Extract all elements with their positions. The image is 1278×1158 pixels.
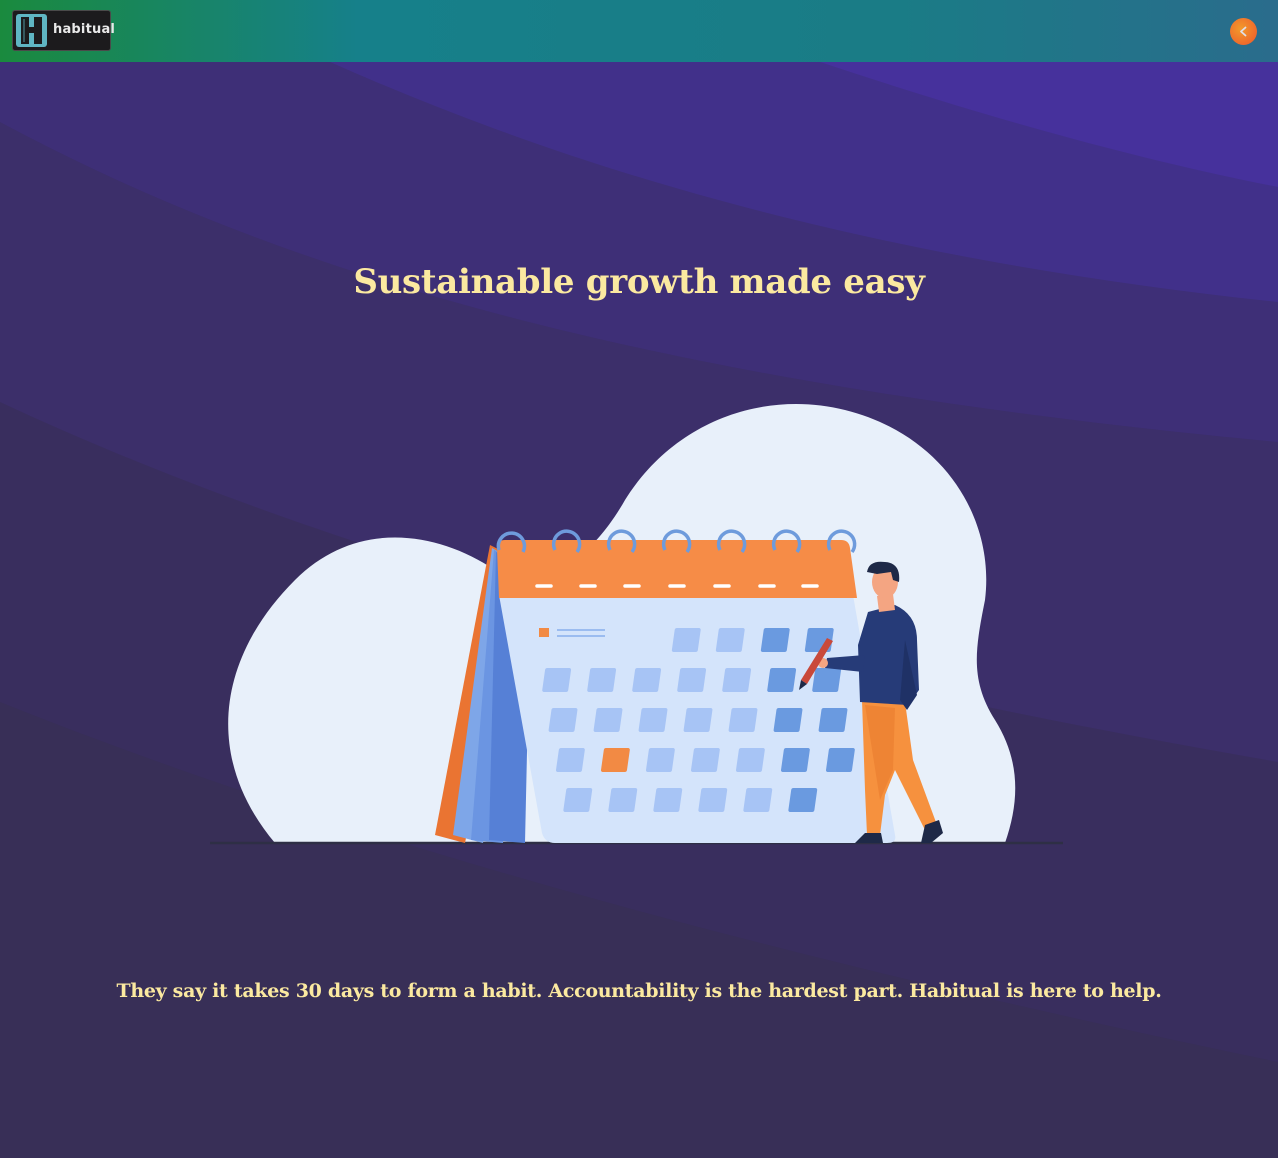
logo-text: habitual — [53, 22, 116, 37]
calendar-with-person-icon — [210, 404, 1063, 845]
top-navbar: habitual — [0, 0, 1278, 62]
logo[interactable]: habitual — [12, 10, 115, 51]
tagline-text: They say it takes 30 days to form a habi… — [116, 980, 1162, 1002]
back-button[interactable] — [1230, 18, 1257, 45]
habitual-h-icon — [16, 14, 47, 47]
page-title: Sustainable growth made easy — [353, 262, 925, 302]
chevron-left-icon — [1240, 26, 1247, 37]
